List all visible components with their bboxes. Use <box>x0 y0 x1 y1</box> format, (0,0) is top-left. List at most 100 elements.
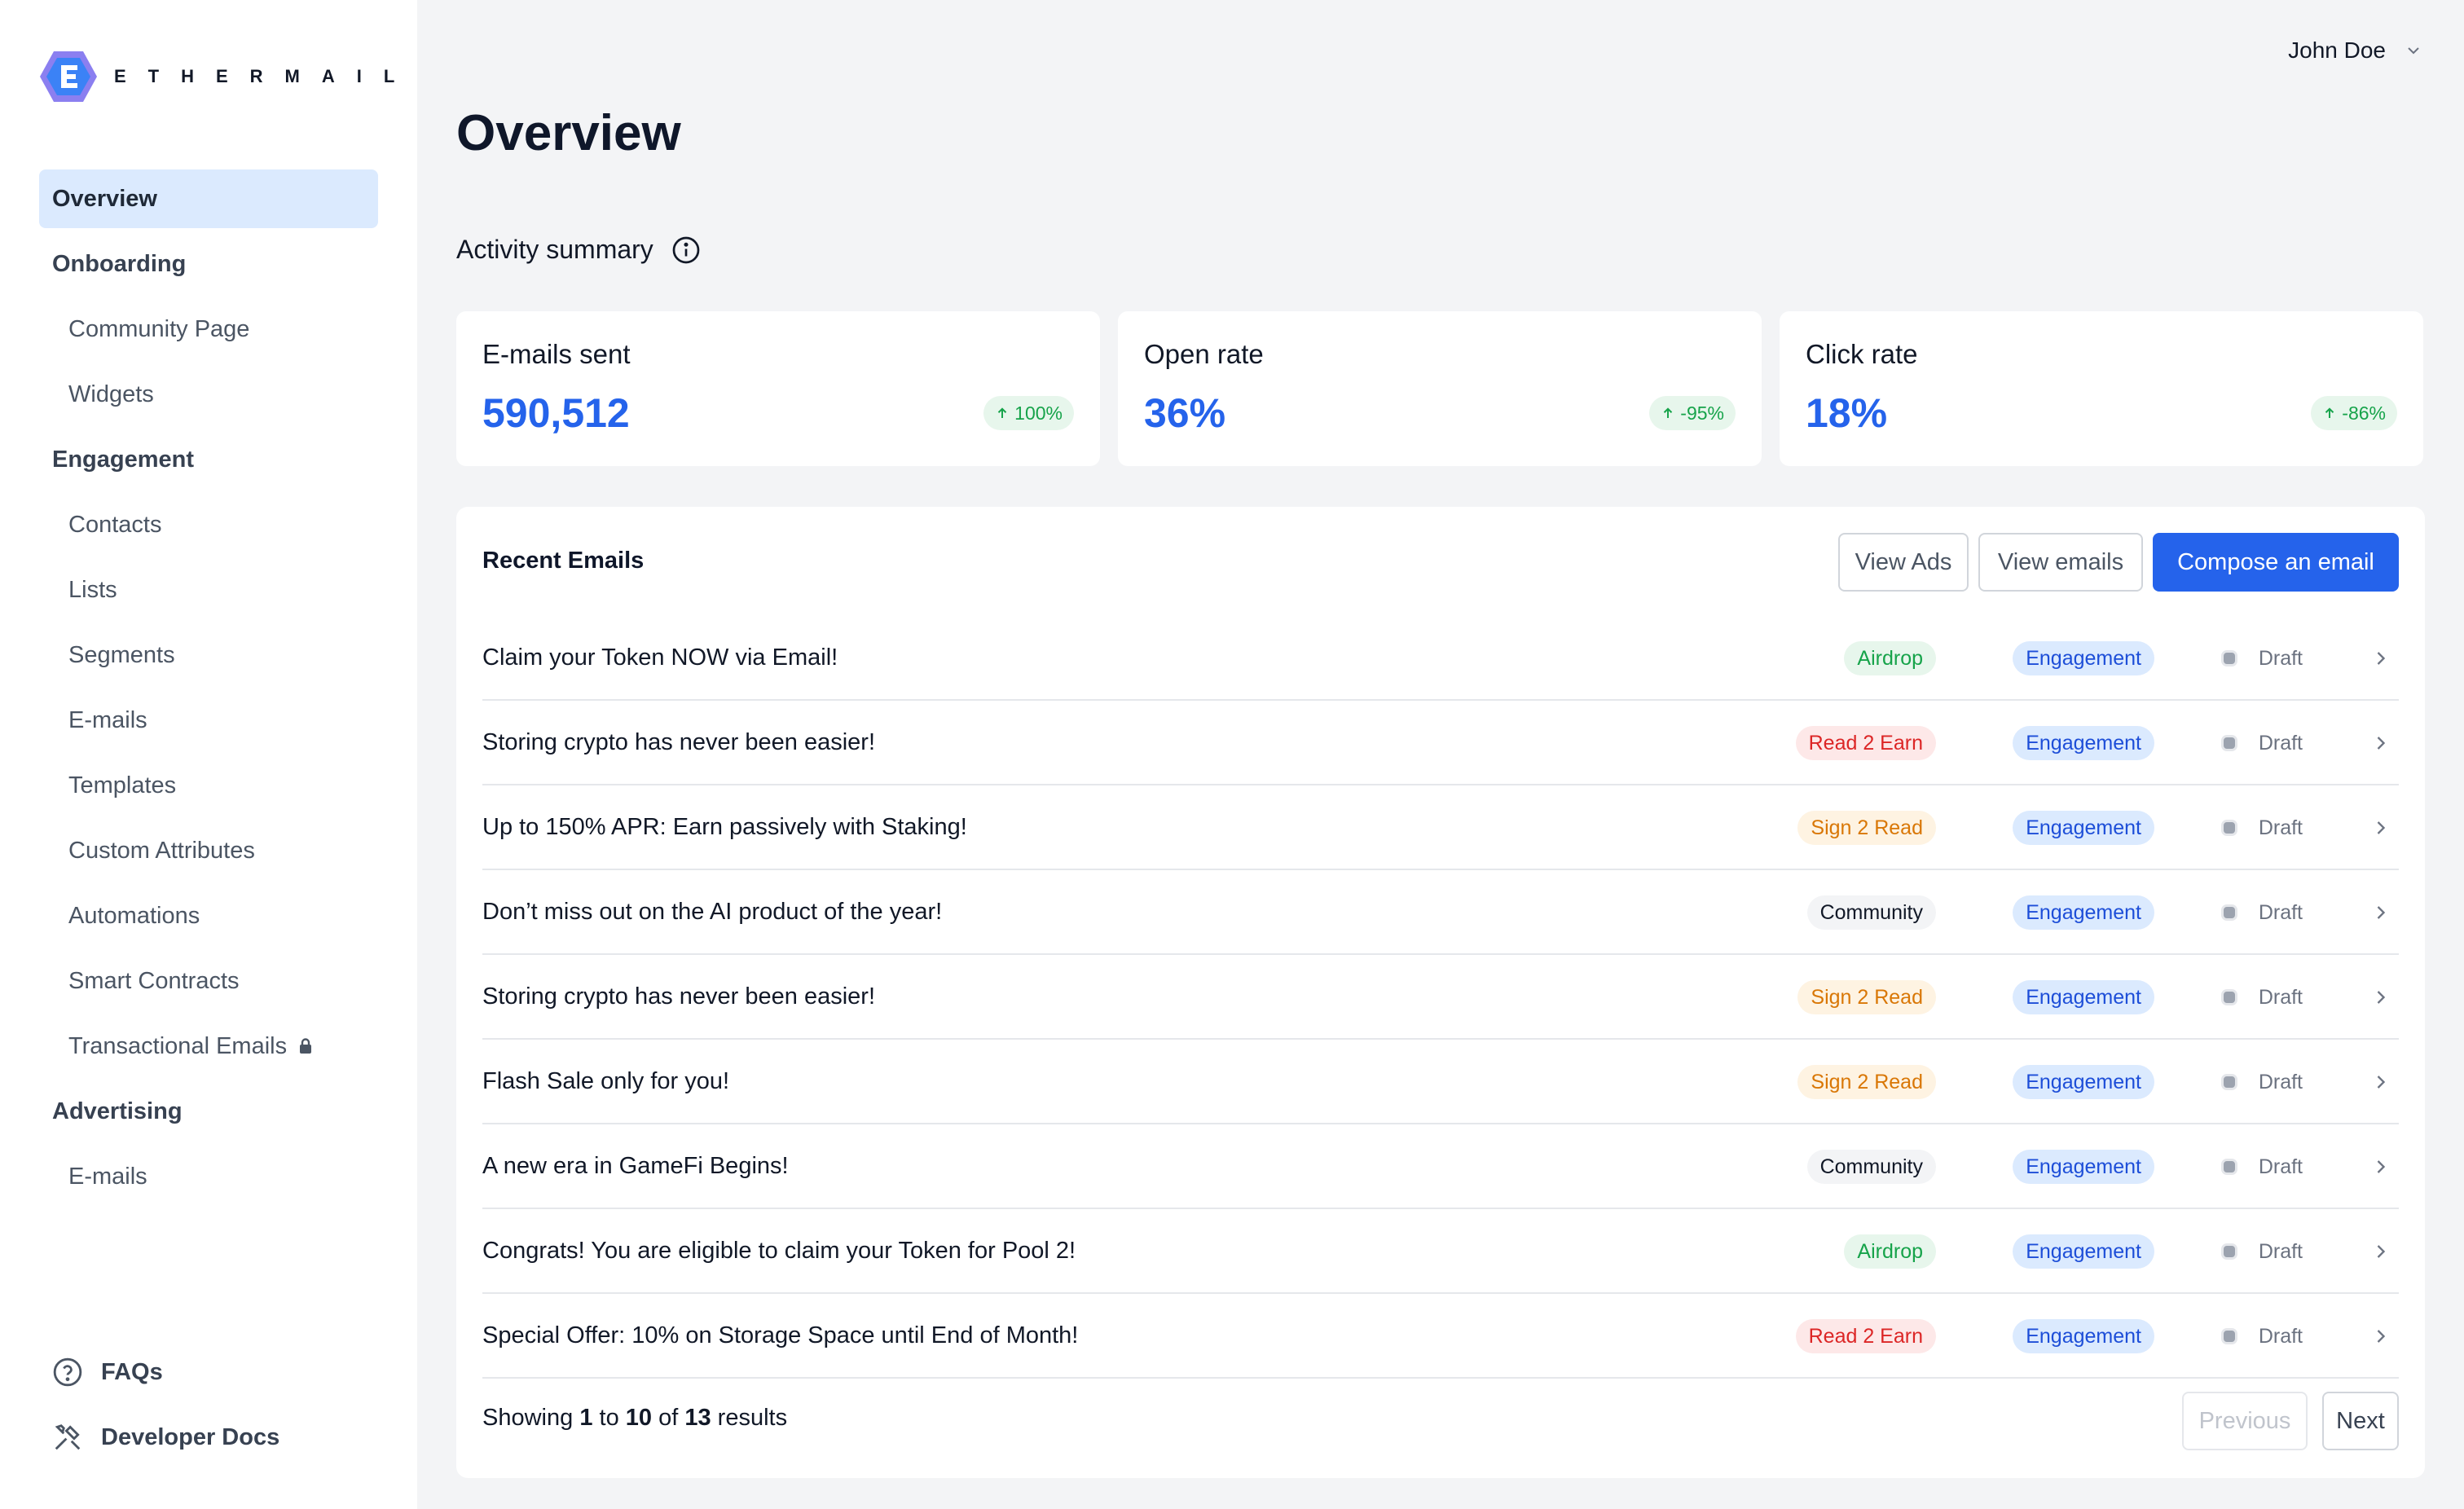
stat-value: 18% <box>1806 390 1888 436</box>
email-type-tag: Airdrop <box>1844 641 1936 675</box>
sidebar-item-label: Community Page <box>68 315 250 342</box>
developer-docs-link[interactable]: Developer Docs <box>52 1408 279 1467</box>
sidebar-item-e-mails[interactable]: E-mails <box>39 1147 378 1206</box>
email-type-tag: Sign 2 Read <box>1797 1065 1936 1099</box>
email-row[interactable]: Up to 150% APR: Earn passively with Stak… <box>482 785 2399 870</box>
email-subject: A new era in GameFi Begins! <box>482 1152 789 1179</box>
brand-logo[interactable]: ETHERMAIL <box>39 49 416 104</box>
email-type-tag: Read 2 Earn <box>1795 1319 1936 1353</box>
stat-value: 590,512 <box>482 390 630 436</box>
stat-label: E-mails sent <box>482 339 631 369</box>
chevron-right-icon[interactable] <box>2369 901 2392 924</box>
brand-name: ETHERMAIL <box>114 66 417 86</box>
chevron-right-icon[interactable] <box>2369 986 2392 1009</box>
sidebar-item-lists[interactable]: Lists <box>39 561 378 619</box>
of-label: of <box>658 1405 679 1431</box>
email-row[interactable]: Claim your Token NOW via Email! Airdrop En… <box>482 616 2399 701</box>
email-row[interactable]: Storing crypto has never been easier! Rea… <box>482 701 2399 785</box>
email-type-tag: Read 2 Earn <box>1795 726 1936 760</box>
trend-value: -86% <box>2342 402 2386 424</box>
sidebar-item-label: Transactional Emails <box>68 1032 288 1059</box>
compose-email-button[interactable]: Compose an email <box>2153 533 2399 592</box>
sidebar-item-onboarding[interactable]: Onboarding <box>39 235 378 293</box>
status-label: Draft <box>2258 816 2303 839</box>
sidebar-item-segments[interactable]: Segments <box>39 626 378 684</box>
sidebar-item-templates[interactable]: Templates <box>39 756 378 815</box>
sidebar-item-label: Templates <box>68 772 177 798</box>
email-row[interactable]: Congrats! You are eligible to claim your… <box>482 1209 2399 1294</box>
previous-page-button[interactable]: Previous <box>2182 1392 2308 1450</box>
sidebar-nav: Overview Onboarding Community Page Widgets E… <box>39 169 378 1212</box>
email-status: Draft <box>2220 1234 2303 1269</box>
stat-card-click-rate: Click rate 18% -86% <box>1780 311 2423 466</box>
status-dot <box>2220 1074 2237 1090</box>
sidebar-item-label: Lists <box>68 576 117 603</box>
developer-docs-label: Developer Docs <box>101 1423 280 1450</box>
chevron-right-icon[interactable] <box>2369 816 2392 839</box>
email-status: Draft <box>2220 1319 2303 1353</box>
user-menu[interactable]: John Doe <box>2288 37 2423 64</box>
sidebar-item-widgets[interactable]: Widgets <box>39 365 378 424</box>
status-label: Draft <box>2258 731 2303 754</box>
email-status: Draft <box>2220 726 2303 760</box>
email-category-tag: Engagement <box>2013 641 2154 675</box>
sidebar-item-label: Automations <box>68 902 200 929</box>
sidebar-bottom: FAQs Developer Docs <box>52 1343 279 1473</box>
email-row[interactable]: Flash Sale only for you! Sign 2 Read Engag… <box>482 1040 2399 1124</box>
status-dot <box>2220 989 2237 1005</box>
sidebar-item-automations[interactable]: Automations <box>39 886 378 945</box>
sidebar-item-contacts[interactable]: Contacts <box>39 495 378 554</box>
sidebar-item-label: Engagement <box>52 446 195 473</box>
sidebar-item-e-mails[interactable]: E-mails <box>39 691 378 750</box>
to-label: to <box>599 1405 619 1431</box>
email-type-tag: Sign 2 Read <box>1797 811 1936 845</box>
email-row[interactable]: A new era in GameFi Begins! Community Enga… <box>482 1124 2399 1209</box>
range-from: 1 <box>579 1405 593 1431</box>
sidebar-item-transactional-emails[interactable]: Transactional Emails <box>39 1017 378 1076</box>
chevron-right-icon[interactable] <box>2369 732 2392 754</box>
sidebar-item-custom-attributes[interactable]: Custom Attributes <box>39 821 378 880</box>
email-subject: Claim your Token NOW via Email! <box>482 644 838 671</box>
status-label: Draft <box>2258 1239 2303 1263</box>
sidebar-item-label: Custom Attributes <box>68 837 255 864</box>
sidebar-item-smart-contracts[interactable]: Smart Contracts <box>39 952 378 1010</box>
chevron-right-icon[interactable] <box>2369 1071 2392 1093</box>
chevron-right-icon[interactable] <box>2369 1240 2392 1263</box>
email-category-tag: Engagement <box>2013 1065 2154 1099</box>
info-icon[interactable] <box>671 235 701 265</box>
total-count: 13 <box>684 1405 711 1431</box>
sidebar-item-advertising[interactable]: Advertising <box>39 1082 378 1141</box>
results-label: results <box>717 1405 788 1431</box>
faqs-link[interactable]: FAQs <box>52 1343 279 1401</box>
sidebar-item-community-page[interactable]: Community Page <box>39 300 378 359</box>
next-page-button[interactable]: Next <box>2322 1392 2399 1450</box>
status-dot <box>2220 735 2237 751</box>
email-row[interactable]: Don’t miss out on the AI product of the … <box>482 870 2399 955</box>
email-row[interactable]: Special Offer: 10% on Storage Space unti… <box>482 1294 2399 1379</box>
email-status: Draft <box>2220 895 2303 930</box>
email-status: Draft <box>2220 980 2303 1014</box>
email-type-tag: Community <box>1806 895 1936 930</box>
email-status: Draft <box>2220 1065 2303 1099</box>
email-row[interactable]: Storing crypto has never been easier! Sig… <box>482 955 2399 1040</box>
chevron-right-icon[interactable] <box>2369 1155 2392 1178</box>
trend-value: 100% <box>1014 402 1063 424</box>
view-ads-button[interactable]: View Ads <box>1838 533 1969 592</box>
chevron-right-icon[interactable] <box>2369 647 2392 670</box>
view-emails-button[interactable]: View emails <box>1978 533 2143 592</box>
showing-label: Showing <box>482 1405 574 1431</box>
trend-badge: -95% <box>1649 396 1736 430</box>
trend-badge: -86% <box>2311 396 2397 430</box>
sidebar-item-engagement[interactable]: Engagement <box>39 430 378 489</box>
activity-summary-heading: Activity summary <box>456 235 701 265</box>
sidebar-item-label: Widgets <box>68 381 154 407</box>
chevron-right-icon[interactable] <box>2369 1325 2392 1348</box>
email-subject: Don’t miss out on the AI product of the … <box>482 898 943 925</box>
email-status: Draft <box>2220 1150 2303 1184</box>
recent-emails-list: Claim your Token NOW via Email! Airdrop En… <box>482 616 2399 1379</box>
stat-label: Open rate <box>1144 339 1264 369</box>
email-subject: Special Offer: 10% on Storage Space unti… <box>482 1322 1079 1348</box>
sidebar-item-overview[interactable]: Overview <box>39 169 378 228</box>
ethermail-logo-icon <box>40 51 97 102</box>
email-subject: Up to 150% APR: Earn passively with Stak… <box>482 813 967 840</box>
